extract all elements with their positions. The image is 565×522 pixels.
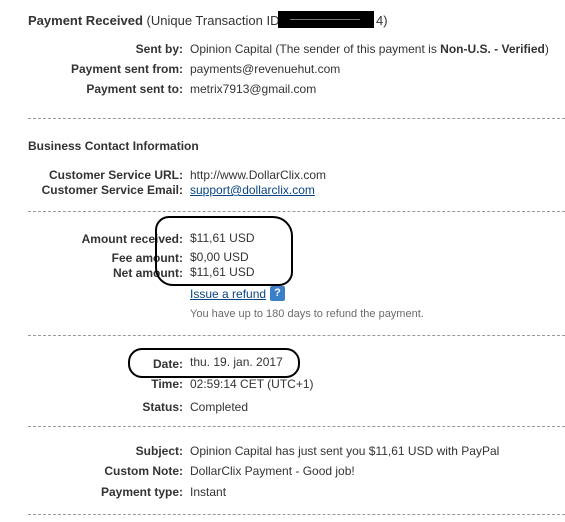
status-value: Completed xyxy=(190,400,249,414)
separator-1 xyxy=(28,118,565,119)
status-label: Status: xyxy=(142,400,183,414)
business-contact-heading: Business Contact Information xyxy=(28,139,199,153)
question-mark-icon[interactable]: ? xyxy=(270,286,285,301)
sent-by-label: Sent by: xyxy=(135,42,183,56)
refund-note: You have up to 180 days to refund the pa… xyxy=(190,308,424,320)
custom-note-label: Custom Note: xyxy=(104,464,183,478)
sender-status: Non-U.S. - Verified xyxy=(440,42,545,56)
time-label: Time: xyxy=(151,377,183,391)
custom-note-value: DollarClix Payment - Good job! xyxy=(190,464,355,478)
sent-to-label: Payment sent to: xyxy=(86,82,183,96)
customer-service-email-link[interactable]: support@dollarclix.com xyxy=(190,183,315,197)
hand-drawn-date-ring xyxy=(128,348,300,378)
payment-type-value: Instant xyxy=(190,485,227,499)
sent-by-value: Opinion Capital (The sender of this paym… xyxy=(190,42,549,56)
page-title-row: Payment Received (Unique Transaction ID … xyxy=(28,13,301,28)
sent-from-value: payments@revenuehut.com xyxy=(190,62,341,76)
sent-from-label: Payment sent from: xyxy=(70,62,183,76)
separator-3 xyxy=(28,335,565,336)
transaction-id-suffix: 4) xyxy=(376,13,388,28)
sender-name: Opinion Capital xyxy=(190,42,273,56)
subject-label: Subject: xyxy=(135,444,183,458)
hand-drawn-amount-ring xyxy=(155,216,293,286)
page-title: Payment Received xyxy=(28,13,143,28)
subject-value: Opinion Capital has just sent you $11,61… xyxy=(190,444,500,458)
sender-note-close: ) xyxy=(544,42,549,56)
redaction-scribble xyxy=(290,19,360,20)
time-value: 02:59:14 CET (UTC+1) xyxy=(190,377,314,391)
separator-4 xyxy=(28,426,565,427)
sender-note-open: (The sender of this payment is xyxy=(275,42,441,56)
issue-refund-link[interactable]: Issue a refund xyxy=(190,287,266,301)
sent-to-value: metrix7913@gmail.com xyxy=(190,82,317,96)
customer-service-url-label: Customer Service URL: xyxy=(48,168,183,182)
separator-2 xyxy=(28,211,565,212)
customer-service-url-value: http://www.DollarClix.com xyxy=(190,168,327,182)
customer-service-email-label: Customer Service Email: xyxy=(41,183,183,197)
payment-type-label: Payment type: xyxy=(100,485,183,499)
separator-5 xyxy=(28,514,565,515)
